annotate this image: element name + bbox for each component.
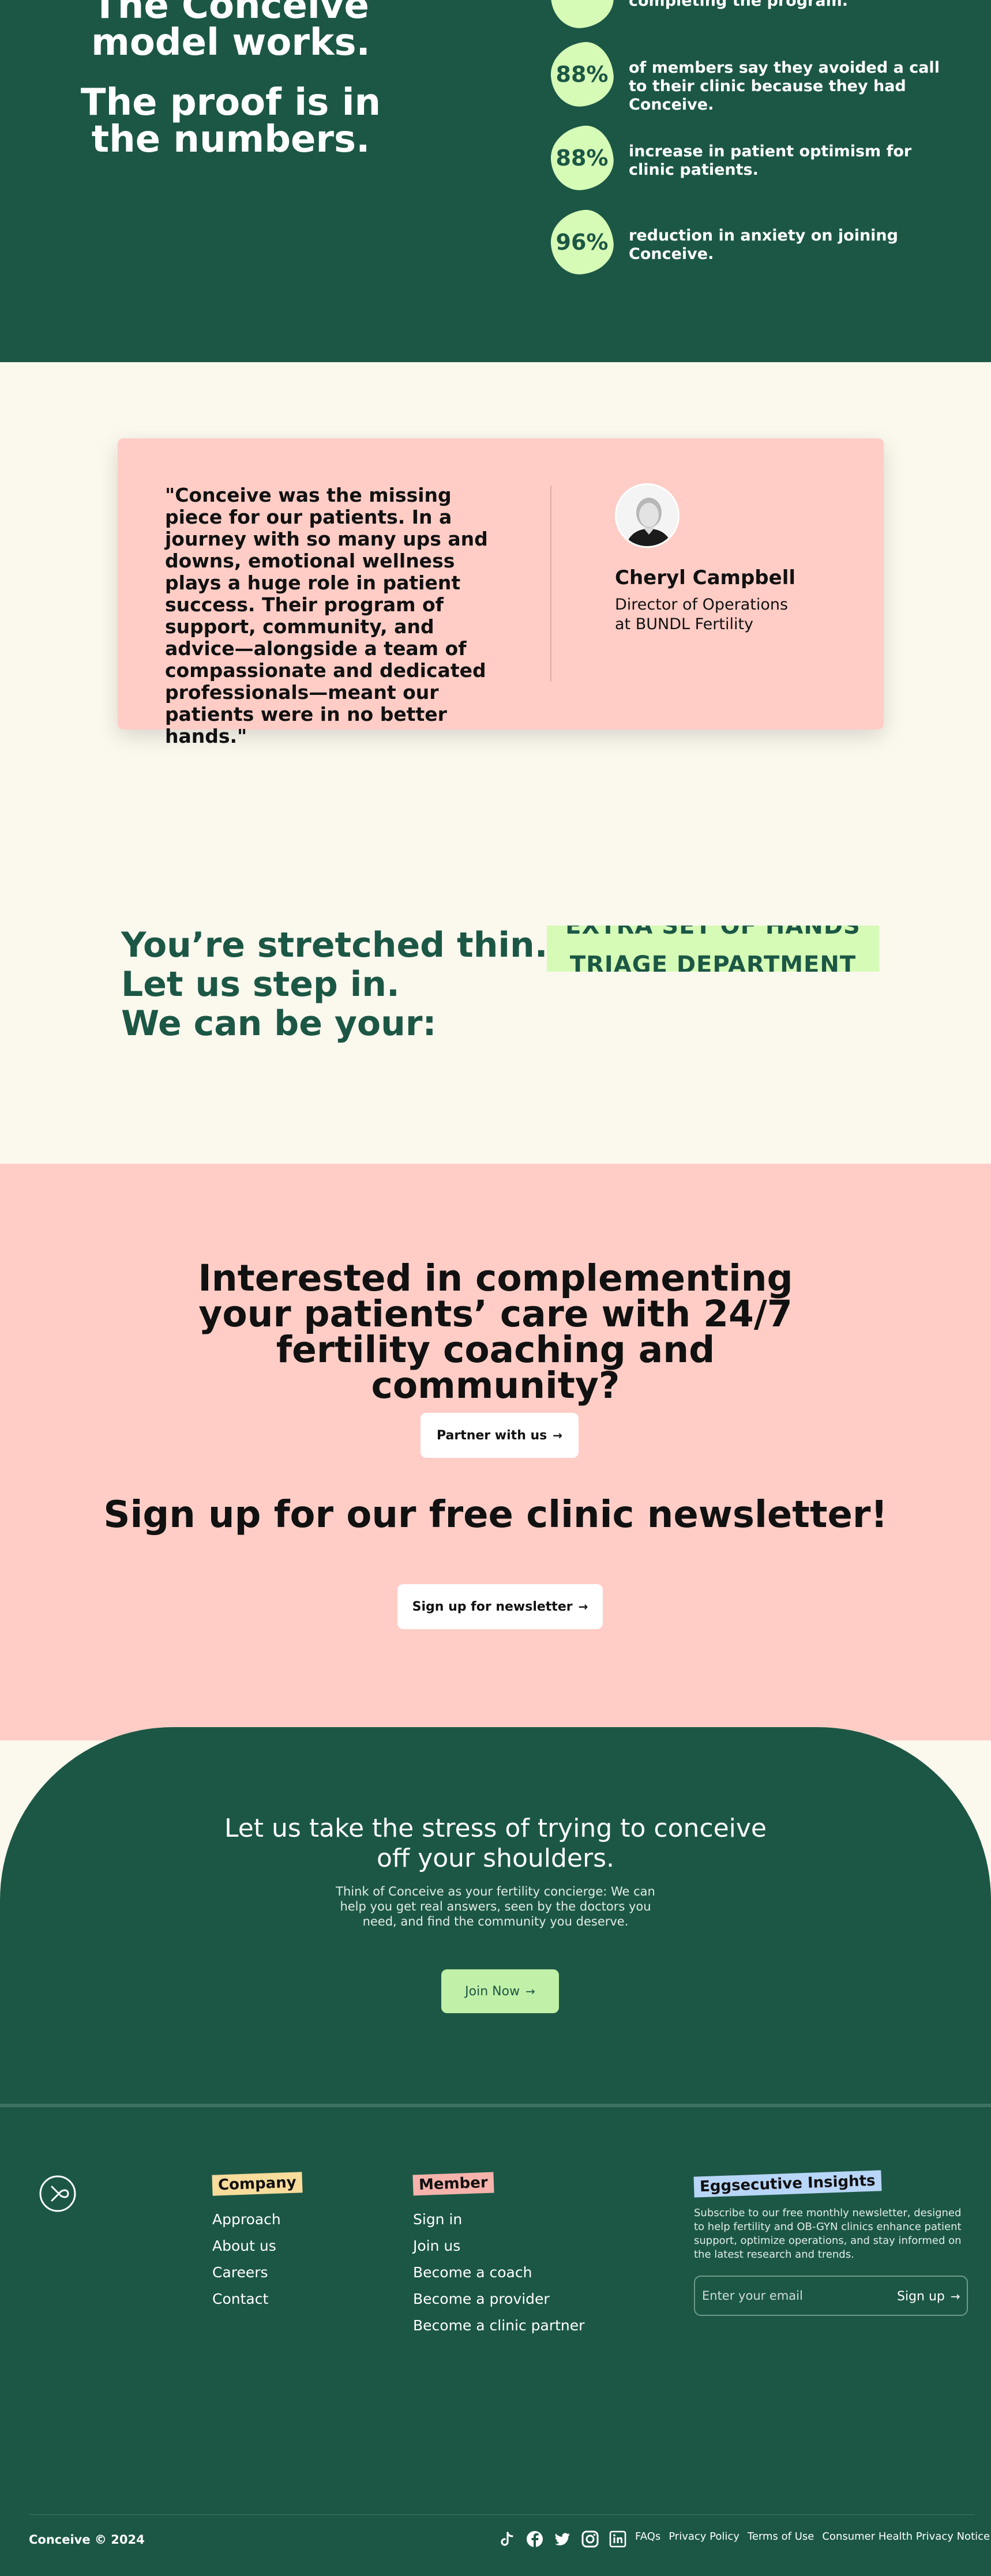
footer-link-contact[interactable]: Contact — [212, 2286, 281, 2312]
footer-link-sign-in[interactable]: Sign in — [413, 2206, 584, 2233]
join-now-label: Join Now — [465, 1984, 520, 1999]
testimonial-role: Director of Operations at BUNDL Fertilit… — [615, 596, 789, 633]
linkedin-icon[interactable] — [608, 2529, 628, 2549]
stat-text: increase in patient optimism for clinic … — [629, 142, 912, 179]
arrow-right-icon: → — [578, 1600, 588, 1614]
footer-link-clinic-partner[interactable]: Become a clinic partner — [413, 2312, 584, 2339]
newsletter-button-label: Sign up for newsletter — [412, 1599, 573, 1614]
footer-link-health-privacy[interactable]: Consumer Health Privacy Notice — [822, 2530, 990, 2543]
tiktok-icon[interactable] — [497, 2529, 517, 2549]
footer-link-careers[interactable]: Careers — [212, 2259, 281, 2286]
footer-link-coach[interactable]: Become a coach — [413, 2259, 584, 2286]
stat-item: 96% reduction in anxiety on joining Conc… — [546, 206, 955, 278]
copyright: Conceive © 2024 — [29, 2533, 145, 2547]
testimonial-name: Cheryl Campbell — [615, 566, 796, 589]
partner-cta-title: Interested in complementing your patient… — [198, 1257, 793, 1407]
role-ticker: EXTRA SET OF HANDS TRIAGE DEPARTMENT — [547, 926, 879, 972]
stat-value: 96% — [555, 230, 609, 255]
footer-newsletter-title: Eggsecutive Insights — [693, 2170, 882, 2198]
ticker-item: TRIAGE DEPARTMENT — [569, 952, 857, 972]
footer-link-approach[interactable]: Approach — [212, 2206, 281, 2233]
footer-link-provider[interactable]: Become a provider — [413, 2286, 584, 2312]
partner-cta-section: Interested in complementing your patient… — [0, 1164, 991, 1740]
partner-button[interactable]: Partner with us → — [421, 1413, 579, 1458]
footer: Company Approach About us Careers Contac… — [0, 2107, 991, 2576]
stat-item: 88% increase in patient optimism for cli… — [546, 122, 955, 194]
stat-text: reduction in anxiety on joining Conceive… — [629, 227, 898, 263]
arrow-right-icon: → — [553, 1428, 563, 1442]
email-field[interactable] — [702, 2285, 887, 2307]
footer-link-faqs[interactable]: FAQs — [635, 2530, 660, 2543]
social-links — [497, 2529, 628, 2549]
stat-value: 88% — [555, 62, 609, 87]
ticker-item: EXTRA SET OF HANDS — [565, 926, 861, 939]
stats-headline-works: The Conceive model works. — [91, 0, 370, 64]
stat-value: 88% — [555, 145, 609, 171]
avatar — [615, 483, 680, 548]
facebook-icon[interactable] — [525, 2529, 545, 2549]
twitter-icon[interactable] — [553, 2529, 572, 2549]
instagram-icon[interactable] — [580, 2529, 600, 2549]
footer-divider — [29, 2514, 975, 2515]
stretched-line: Let us step in. — [121, 964, 400, 1005]
newsletter-button[interactable]: Sign up for newsletter → — [397, 1584, 603, 1629]
footer-link-join[interactable]: Join us — [413, 2233, 584, 2259]
join-subtitle: Think of Conceive as your fertility conc… — [336, 1885, 655, 1928]
signup-label: Sign up — [897, 2289, 945, 2304]
newsletter-signup-button[interactable]: Sign up → — [897, 2285, 963, 2308]
stretched-line: You’re stretched thin. — [121, 925, 548, 965]
testimonial-card: "Conceive was the missing piece for our … — [118, 438, 884, 747]
testimonial-quote: "Conceive was the missing piece for our … — [165, 484, 488, 747]
footer-link-terms[interactable]: Terms of Use — [748, 2530, 814, 2543]
stat-item: completing the program. — [546, 0, 955, 32]
arrow-right-icon: → — [950, 2289, 960, 2303]
newsletter-form: Sign up → — [694, 2276, 968, 2316]
stats-headline-proof: The proof is in the numbers. — [80, 81, 381, 161]
stat-item: 88% of members say they avoided a call t… — [546, 39, 955, 114]
footer-link-privacy[interactable]: Privacy Policy — [669, 2530, 740, 2543]
legal-links: FAQs Privacy Policy Terms of Use Consume… — [635, 2530, 990, 2543]
footer-company-links: Approach About us Careers Contact — [212, 2206, 281, 2312]
partner-button-label: Partner with us — [436, 1428, 547, 1443]
footer-link-about[interactable]: About us — [212, 2233, 281, 2259]
arrow-right-icon: → — [525, 1984, 535, 1998]
stat-value — [551, 0, 613, 28]
conceive-logo-icon[interactable] — [38, 2174, 77, 2213]
join-section: Let us take the stress of trying to conc… — [0, 1727, 991, 2108]
stretched-heading: You’re stretched thin. Let us step in. W… — [121, 926, 547, 1043]
stretched-line: We can be your: — [121, 1003, 437, 1044]
footer-newsletter-description: Subscribe to our free monthly newsletter… — [694, 2207, 962, 2261]
stat-text: completing the program. — [629, 0, 848, 10]
stats-section: The Conceive model works. The proof is i… — [0, 0, 991, 362]
newsletter-title: Sign up for our free clinic newsletter! — [103, 1494, 888, 1536]
join-title: Let us take the stress of trying to conc… — [224, 1814, 767, 1873]
stat-text: of members say they avoided a call to th… — [629, 59, 940, 114]
footer-company-title: Company — [212, 2172, 303, 2196]
testimonial-divider — [550, 486, 551, 682]
join-now-button[interactable]: Join Now → — [441, 1969, 559, 2013]
footer-member-title: Member — [412, 2172, 494, 2196]
footer-member-links: Sign in Join us Become a coach Become a … — [413, 2206, 584, 2339]
